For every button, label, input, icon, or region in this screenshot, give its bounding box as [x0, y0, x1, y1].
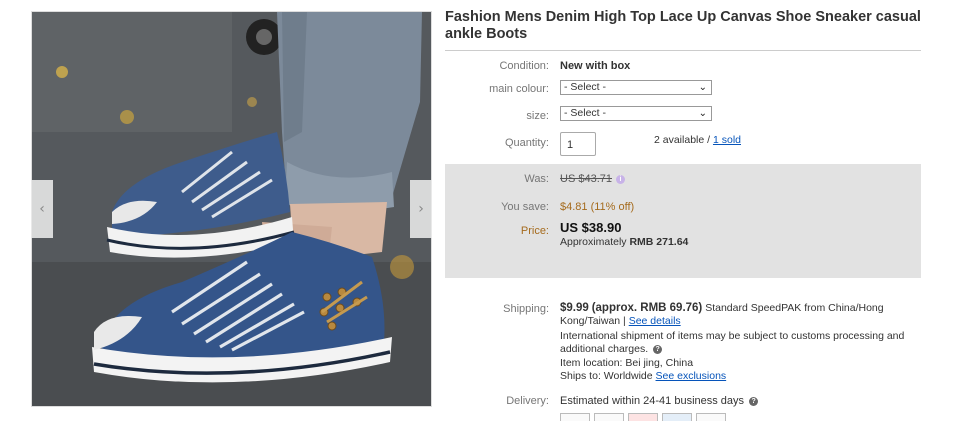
was-value: US $43.71 [560, 173, 612, 185]
product-image[interactable] [31, 11, 432, 407]
title-divider [445, 50, 921, 51]
you-save-value: $4.81 (11% off) [560, 201, 635, 213]
available-text: 2 available / [654, 134, 711, 146]
you-save-label: You save: [501, 201, 549, 213]
condition-value: New with box [560, 60, 631, 72]
card-icon [662, 413, 692, 421]
main-colour-selected: - Select - [564, 81, 607, 93]
info-icon[interactable]: i [615, 174, 625, 184]
shipping-line: $9.99 (approx. RMB 69.76) Standard Speed… [560, 302, 920, 328]
delivery-line: Estimated within 24-41 business days ? [560, 395, 759, 407]
see-exclusions-link[interactable]: See exclusions [656, 370, 727, 382]
size-select[interactable]: - Select - ⌄ [560, 106, 712, 121]
shipping-details: $9.99 (approx. RMB 69.76) Standard Speed… [560, 302, 920, 383]
chevron-left-icon[interactable]: ‹ [31, 180, 53, 238]
price-value: US $38.90 [560, 220, 622, 235]
shipping-label: Shipping: [503, 303, 549, 315]
ships-to: Ships to: Worldwide [560, 370, 653, 382]
product-title: Fashion Mens Denim High Top Lace Up Canv… [445, 9, 921, 42]
availability: 2 available / 1 sold [654, 134, 741, 146]
price-approx: Approximately RMB 271.64 [560, 236, 688, 248]
help-icon[interactable]: ? [653, 344, 663, 354]
sold-link[interactable]: 1 sold [713, 134, 741, 146]
delivery-value: Estimated within 24-41 business days [560, 395, 745, 407]
next-image-glyph: › [418, 201, 424, 217]
mastercard-icon [628, 413, 658, 421]
denim-sneaker-photo [32, 12, 431, 406]
chevron-down-icon: ⌄ [698, 82, 707, 93]
shipping-approx: (approx. RMB 69.76) [591, 302, 703, 314]
see-details-link[interactable]: See details [629, 315, 681, 327]
intl-note-line: International shipment of items may be s… [560, 330, 920, 356]
card-icon [696, 413, 726, 421]
was-price: US $43.71 i [560, 173, 625, 185]
price-label: Price: [520, 225, 549, 237]
chevron-down-icon: ⌄ [698, 108, 707, 119]
condition-label: Condition: [499, 60, 549, 72]
main-colour-label: main colour: [489, 83, 549, 95]
main-colour-select[interactable]: - Select - ⌄ [560, 80, 712, 95]
quantity-label: Quantity: [504, 137, 549, 149]
shipping-cost: $9.99 [560, 302, 589, 314]
chevron-right-icon[interactable]: › [410, 180, 432, 238]
was-label: Was: [524, 173, 549, 185]
size-selected: - Select - [564, 107, 607, 119]
approx-value: RMB 271.64 [629, 236, 689, 248]
size-label: size: [526, 110, 549, 122]
prev-image-glyph: ‹ [39, 201, 45, 217]
approx-prefix: Approximately [560, 236, 627, 248]
delivery-label: Delivery: [506, 395, 549, 407]
intl-note: International shipment of items may be s… [560, 330, 905, 355]
ships-to-line: Ships to: Worldwide See exclusions [560, 370, 920, 383]
price-panel [445, 164, 921, 278]
card-icon [594, 413, 624, 421]
help-icon[interactable]: ? [749, 396, 759, 406]
card-icon [560, 413, 590, 421]
item-location: Item location: Bei jing, China [560, 357, 694, 369]
quantity-input[interactable]: 1 [560, 132, 596, 156]
